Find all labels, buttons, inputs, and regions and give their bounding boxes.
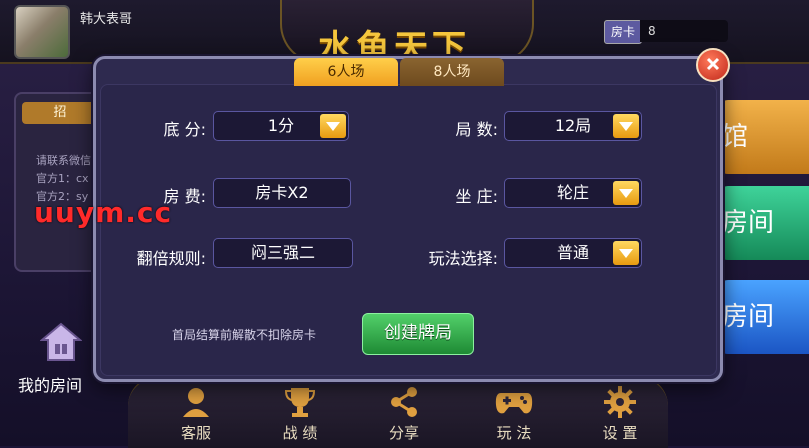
nav-label: 设 置 <box>602 424 638 442</box>
nav-share[interactable]: 分享 <box>374 384 434 443</box>
create-game-button[interactable]: 创建牌局 <box>362 313 474 355</box>
notice-tab[interactable]: 招 <box>22 102 98 124</box>
close-icon <box>706 56 720 75</box>
chevron-down-icon[interactable] <box>320 114 346 138</box>
rounds-label: 局 数: <box>455 120 498 139</box>
customer-service-icon <box>166 384 226 420</box>
dissolve-hint: 首局结算前解散不扣除房卡 <box>172 328 317 342</box>
base-score-value: 1分 <box>267 116 295 135</box>
play-mode-label: 玩法选择: <box>428 249 498 268</box>
play-mode-value: 普通 <box>556 243 589 262</box>
nav-records[interactable]: 战 绩 <box>270 384 330 443</box>
banker-select[interactable]: 轮庄 <box>504 178 642 208</box>
side-button-label: 馆 <box>722 122 749 152</box>
notice-line: 官方1：cx <box>36 172 89 185</box>
play-mode-select[interactable]: 普通 <box>504 238 642 268</box>
room-fee-value: 房卡X2 <box>255 183 309 202</box>
room-card-badge: 房卡 <box>604 20 642 44</box>
close-button[interactable] <box>696 48 730 82</box>
nav-rules[interactable]: 玩 法 <box>484 384 544 443</box>
rounds-value: 12局 <box>554 116 592 135</box>
room-card-count: 8 <box>640 20 728 42</box>
nav-label: 玩 法 <box>496 424 532 442</box>
tab-6-players[interactable]: 6人场 <box>294 58 398 86</box>
rounds-select[interactable]: 12局 <box>504 111 642 141</box>
double-rule-value: 闷三强二 <box>250 243 315 262</box>
trophy-icon <box>270 384 330 420</box>
double-rule-display: 闷三强二 <box>213 238 353 268</box>
nav-label: 战 绩 <box>282 424 318 442</box>
gear-icon <box>590 384 650 420</box>
side-button-club[interactable]: 馆 <box>718 100 809 174</box>
house-icon[interactable] <box>39 322 83 362</box>
chevron-down-icon[interactable] <box>613 181 639 205</box>
my-room-label[interactable]: 我的房间 <box>18 372 82 396</box>
room-fee-display: 房卡X2 <box>213 178 351 208</box>
nav-settings[interactable]: 设 置 <box>590 384 650 443</box>
username: 韩大表哥 <box>80 12 133 27</box>
base-score-select[interactable]: 1分 <box>213 111 349 141</box>
share-icon <box>374 384 434 420</box>
watermark: uuym.cc <box>34 196 173 229</box>
double-rule-label: 翻倍规则: <box>136 249 206 268</box>
side-button-label: 房间 <box>722 208 775 238</box>
chevron-down-icon[interactable] <box>613 241 639 265</box>
avatar[interactable] <box>14 5 70 59</box>
nav-label: 分享 <box>388 424 419 442</box>
nav-label: 客服 <box>180 424 211 442</box>
banker-value: 轮庄 <box>556 183 589 202</box>
nav-customer-service[interactable]: 客服 <box>166 384 226 443</box>
notice-line: 请联系微信 <box>36 154 91 167</box>
side-button-label: 房间 <box>722 302 775 332</box>
gamepad-icon <box>484 384 544 420</box>
base-score-label: 底 分: <box>163 120 206 139</box>
side-button-create-room[interactable]: 房间 <box>718 280 809 354</box>
tab-8-players[interactable]: 8人场 <box>400 58 504 86</box>
chevron-down-icon[interactable] <box>613 114 639 138</box>
side-button-join-room[interactable]: 房间 <box>718 186 809 260</box>
banker-label: 坐 庄: <box>455 187 498 206</box>
